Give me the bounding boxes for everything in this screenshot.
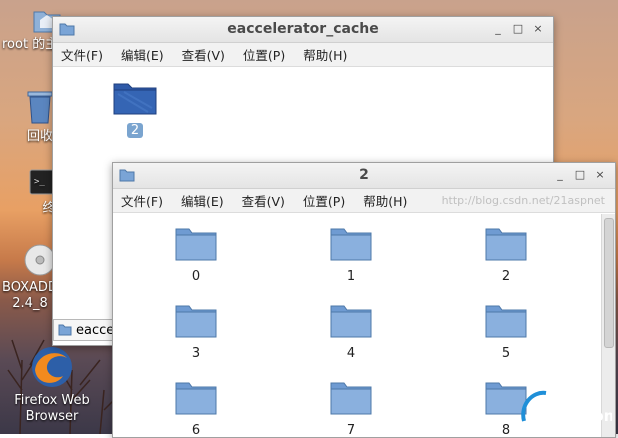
menu-places[interactable]: 位置(P) — [241, 43, 287, 66]
folder-icon — [485, 228, 527, 261]
folder-label: 0 — [191, 269, 201, 284]
desktop-icon-label: BOXADD — [2, 280, 58, 295]
firefox-icon — [32, 347, 72, 387]
desktop-icon-firefox[interactable]: Firefox Web Browser — [6, 344, 98, 425]
folder-label: 7 — [346, 423, 356, 438]
desktop-icon-label-line2: Browser — [25, 409, 79, 424]
folder-icon — [175, 305, 217, 338]
folder-item[interactable]: 3 — [166, 303, 226, 361]
titlebar[interactable]: 2 _ □ × — [113, 163, 615, 189]
menu-help[interactable]: 帮助(H) — [301, 43, 349, 66]
folder-icon — [175, 228, 217, 261]
menu-view[interactable]: 查看(V) — [180, 43, 227, 66]
folder-item[interactable]: 7 — [321, 380, 381, 438]
menu-view[interactable]: 查看(V) — [240, 189, 287, 212]
minimize-button[interactable]: _ — [491, 21, 505, 37]
folder-icon — [175, 382, 217, 415]
folder-label: 2 — [126, 123, 144, 138]
menubar: 文件(F) 编辑(E) 查看(V) 位置(P) 帮助(H) http://blo… — [113, 189, 615, 213]
logo-swoosh-icon: 运维网 iyunv.com — [521, 389, 618, 425]
close-button[interactable]: × — [531, 21, 545, 37]
folder-label: 4 — [346, 346, 356, 361]
folder-label: 5 — [501, 346, 511, 361]
folder-icon — [58, 324, 72, 336]
watermark-text: http://blog.csdn.net/21aspnet — [441, 194, 605, 207]
folder-label: 1 — [346, 269, 356, 284]
folder-selected-icon — [113, 83, 157, 115]
folder-icon — [330, 228, 372, 261]
folder-label: 6 — [191, 423, 201, 438]
folder-label: 3 — [191, 346, 201, 361]
menu-help[interactable]: 帮助(H) — [361, 189, 409, 212]
folder-icon — [330, 305, 372, 338]
logo-domain-text: iyunv.com — [534, 407, 612, 425]
menu-edit[interactable]: 编辑(E) — [119, 43, 166, 66]
site-logo: 运维网 iyunv.com — [516, 385, 618, 430]
maximize-button[interactable]: □ — [511, 21, 525, 37]
close-button[interactable]: × — [593, 167, 607, 183]
pathbar-text: eacce — [76, 322, 115, 338]
menu-file[interactable]: 文件(F) — [119, 189, 165, 212]
titlebar[interactable]: eaccelerator_cache _ □ × — [53, 17, 553, 43]
desktop-icon-label-line2: 2.4_8 — [12, 296, 48, 311]
menubar: 文件(F) 编辑(E) 查看(V) 位置(P) 帮助(H) — [53, 43, 553, 67]
menu-edit[interactable]: 编辑(E) — [179, 189, 226, 212]
minimize-button[interactable]: _ — [553, 167, 567, 183]
maximize-button[interactable]: □ — [573, 167, 587, 183]
menu-file[interactable]: 文件(F) — [59, 43, 105, 66]
svg-text:>_: >_ — [34, 177, 45, 187]
folder-item[interactable]: 0 — [166, 226, 226, 284]
folder-label: 2 — [501, 269, 511, 284]
folder-icon — [330, 382, 372, 415]
scroll-thumb[interactable] — [604, 218, 614, 348]
folder-item[interactable]: 5 — [476, 303, 536, 361]
folder-item[interactable]: 4 — [321, 303, 381, 361]
folder-item[interactable]: 1 — [321, 226, 381, 284]
menu-places[interactable]: 位置(P) — [301, 189, 347, 212]
trash-icon — [27, 91, 53, 124]
folder-item[interactable]: 2 — [105, 80, 165, 138]
window-title: 2 — [359, 167, 369, 183]
folder-item[interactable]: 2 — [476, 226, 536, 284]
folder-icon — [485, 305, 527, 338]
desktop-icon-cdrom[interactable]: BOXADD 2.4_8 — [0, 243, 60, 312]
logo-cn-text: 运维网 — [546, 389, 588, 405]
folder-item[interactable]: 6 — [166, 380, 226, 438]
desktop-icon-label: Firefox Web — [14, 393, 90, 408]
window-title: eaccelerator_cache — [227, 21, 379, 37]
